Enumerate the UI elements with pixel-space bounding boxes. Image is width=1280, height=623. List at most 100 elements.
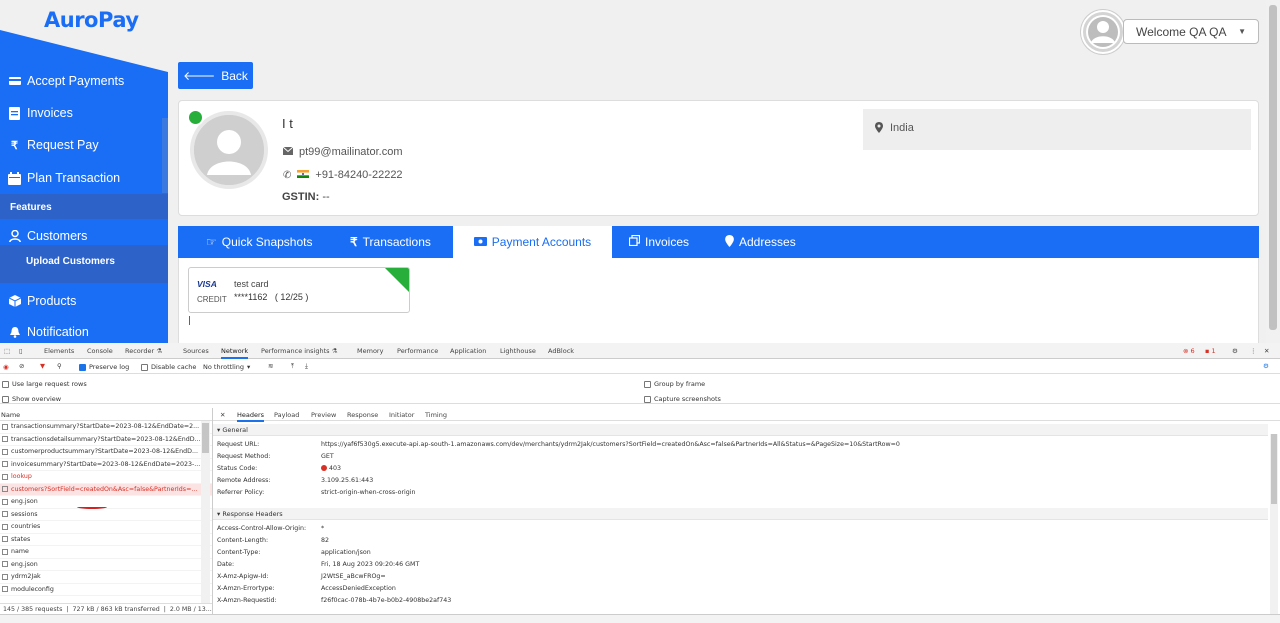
user-menu[interactable]: Welcome QA QA ▼: [1081, 10, 1261, 54]
request-row[interactable]: moduleconfig: [0, 584, 212, 596]
devtools-tab-performance[interactable]: Performance: [397, 347, 438, 355]
tab-label: Quick Snapshots: [221, 235, 313, 249]
warning-count-badge[interactable]: ▪ 1: [1205, 347, 1216, 355]
throttling-select[interactable]: No throttling ▾: [203, 363, 250, 371]
upload-icon[interactable]: ⤒: [291, 362, 294, 371]
close-devtools-icon[interactable]: ✕: [1264, 347, 1269, 355]
general-section-header[interactable]: ▾ General: [213, 424, 1268, 436]
detail-scrollbar[interactable]: [1270, 434, 1278, 614]
sidebar-scrollbar[interactable]: [162, 118, 168, 193]
devtools-tab-lighthouse[interactable]: Lighthouse: [500, 347, 536, 355]
error-count-badge[interactable]: ⊗ 6: [1183, 347, 1195, 355]
name-column-header[interactable]: Name: [0, 408, 212, 421]
app-page: AuroPay Accept Payments Invoices ₹ Reque…: [0, 0, 1280, 343]
request-row[interactable]: states: [0, 534, 212, 546]
more-options-icon[interactable]: ⋮: [1250, 347, 1257, 355]
request-row[interactable]: name: [0, 546, 212, 559]
checkbox-unchecked[interactable]: [2, 380, 9, 388]
devtools-tab-sources[interactable]: Sources: [183, 347, 209, 355]
request-row[interactable]: sessions: [0, 509, 212, 521]
record-icon[interactable]: ◉: [3, 363, 9, 371]
devtools-tab-recorder[interactable]: Recorder ⚗: [125, 347, 162, 355]
detail-tab-timing[interactable]: Timing: [425, 411, 447, 419]
checkbox-unchecked[interactable]: [644, 380, 651, 388]
devtools-tab-network[interactable]: Network: [221, 347, 249, 359]
rupee-icon: ₹: [11, 139, 18, 152]
devtools-tab-elements[interactable]: Elements: [44, 347, 74, 355]
header-key: Content-Type:: [217, 549, 261, 556]
checkbox-unchecked[interactable]: [141, 363, 148, 371]
request-row[interactable]: eng.json: [0, 559, 212, 571]
page-scrollbar-thumb[interactable]: [1269, 5, 1277, 330]
request-row[interactable]: customers?SortField=createdOn&Asc=false&…: [0, 483, 212, 496]
request-row[interactable]: lookup: [0, 471, 212, 484]
request-row[interactable]: ydrm2Jak: [0, 571, 212, 584]
devtools-tab-console[interactable]: Console: [87, 347, 113, 355]
devtools-tab-memory[interactable]: Memory: [357, 347, 383, 355]
preserve-log-checkbox[interactable]: Preserve log: [79, 363, 129, 371]
user-avatar[interactable]: [1081, 10, 1125, 54]
detail-tab-headers[interactable]: Headers: [237, 411, 265, 422]
request-row[interactable]: customerproductsummary?StartDate=2023-08…: [0, 446, 212, 459]
detail-tab-initiator[interactable]: Initiator: [389, 411, 414, 419]
checkbox-checked[interactable]: [79, 363, 86, 371]
device-toggle-icon[interactable]: ▯: [19, 347, 23, 355]
show-overview-option[interactable]: Show overview: [2, 395, 61, 403]
close-detail-icon[interactable]: ✕: [220, 411, 225, 419]
inspect-icon[interactable]: ⬚: [4, 347, 10, 355]
sidebar-item-notification[interactable]: Notification: [8, 325, 89, 339]
payment-card[interactable]: VISA CREDIT test card ****1162 ( 12/25 ): [188, 267, 410, 313]
detail-tab-response[interactable]: Response: [347, 411, 378, 419]
card-expiry: ( 12/25 ): [274, 292, 309, 302]
filter-icon[interactable]: ▼: [40, 362, 45, 370]
sidebar-item-request-pay[interactable]: ₹ Request Pay: [8, 138, 99, 152]
header-row: Request URL: https://yaf6f530g5.execute-a…: [217, 441, 900, 448]
back-button[interactable]: 🡐 Back: [178, 62, 253, 89]
devtools-tab-application[interactable]: Application: [450, 347, 486, 355]
sidebar-item-products[interactable]: Products: [8, 294, 76, 308]
sidebar-item-accept-payments[interactable]: Accept Payments: [8, 74, 124, 88]
checkbox-unchecked[interactable]: [2, 395, 9, 403]
page-scrollbar[interactable]: [1266, 0, 1280, 343]
devtools-tab-adblock[interactable]: AdBlock: [548, 347, 574, 355]
tab-quick-snapshots[interactable]: ☞ Quick Snapshots: [206, 226, 312, 258]
scrollbar-thumb[interactable]: [202, 423, 209, 453]
status-error-dot: [321, 465, 327, 471]
devtools-tab-performance-insights[interactable]: Performance insights ⚗: [261, 347, 337, 355]
large-rows-option[interactable]: Use large request rows: [2, 380, 87, 388]
sidebar-features-label[interactable]: Features: [10, 202, 52, 213]
tab-invoices[interactable]: Invoices: [628, 226, 689, 258]
detail-tab-preview[interactable]: Preview: [311, 411, 336, 419]
disable-cache-checkbox[interactable]: Disable cache: [141, 363, 196, 371]
tab-addresses[interactable]: Addresses: [725, 226, 796, 258]
checkbox-unchecked[interactable]: [644, 395, 651, 403]
request-row[interactable]: invoicesummary?StartDate=2023-08-12&EndD…: [0, 459, 212, 471]
request-list-scrollbar[interactable]: [201, 421, 210, 604]
customer-name: I t: [282, 116, 293, 131]
request-row[interactable]: transactionsdetailsummary?StartDate=2023…: [0, 434, 212, 446]
group-by-frame-option[interactable]: Group by frame: [644, 380, 705, 388]
search-icon[interactable]: ⚲: [57, 362, 62, 370]
tab-payment-accounts[interactable]: Payment Accounts: [453, 226, 612, 258]
clear-icon[interactable]: ⊘: [19, 362, 24, 370]
settings-gear-icon[interactable]: ⚙: [1232, 347, 1238, 355]
request-row[interactable]: transactionsummary?StartDate=2023-08-12&…: [0, 421, 212, 434]
detail-tab-payload[interactable]: Payload: [274, 411, 299, 419]
request-row[interactable]: countries: [0, 521, 212, 534]
auropay-logo[interactable]: AuroPay: [44, 8, 139, 32]
sidebar-item-upload-customers[interactable]: Upload Customers: [26, 256, 115, 267]
sidebar-item-customers[interactable]: Customers: [8, 229, 87, 243]
arrow-left-icon: 🡐: [183, 69, 216, 83]
network-settings-icon[interactable]: ⚙: [1263, 362, 1269, 370]
sidebar-item-plan-transaction[interactable]: Plan Transaction: [8, 171, 120, 185]
scrollbar-thumb[interactable]: [1271, 434, 1277, 504]
sidebar-item-invoices[interactable]: Invoices: [8, 106, 73, 120]
wifi-icon[interactable]: ≋: [268, 362, 273, 370]
file-icon: [2, 586, 8, 593]
capture-screenshots-option[interactable]: Capture screenshots: [644, 395, 721, 403]
welcome-dropdown[interactable]: Welcome QA QA ▼: [1123, 19, 1259, 44]
devtools-drawer-strip: [0, 614, 1280, 623]
tab-transactions[interactable]: ₹ Transactions: [350, 226, 431, 258]
response-headers-section-header[interactable]: ▾ Response Headers: [213, 508, 1268, 520]
download-icon[interactable]: ⤓: [305, 362, 308, 371]
